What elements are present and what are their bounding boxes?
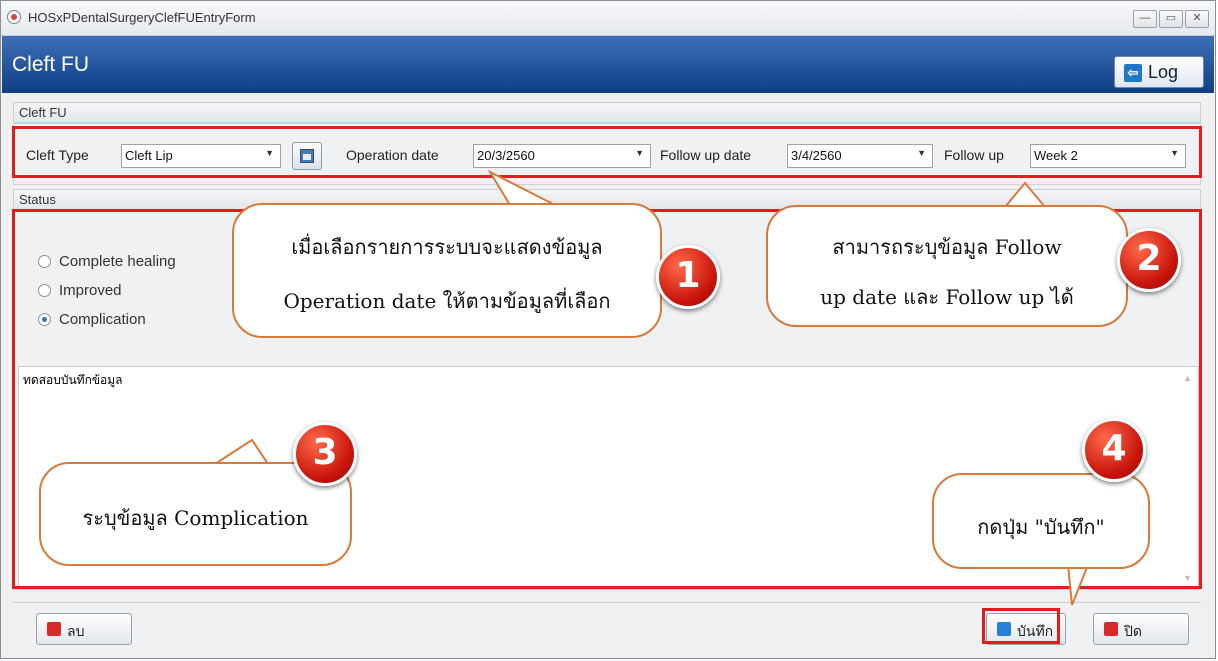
close-window-button[interactable]: ✕ [1185,10,1209,28]
app-icon [7,10,21,24]
close-button[interactable]: ปิด [1093,613,1189,645]
highlight-box-save [982,608,1060,644]
step-badge-2: 2 [1117,228,1181,292]
form-header: Cleft FU ⇦ Log [2,36,1214,93]
cleft-fu-group-header: Cleft FU [13,102,1201,123]
callout-3-text: ระบุข้อมูล Complication [82,506,309,530]
maximize-button[interactable]: ▭ [1159,10,1183,28]
delete-button[interactable]: ลบ [36,613,132,645]
callout-1-line2: Operation date ให้ตามข้อมูลที่เลือก [283,289,611,313]
close-button-label: ปิด [1124,623,1142,639]
callout-4-text: กดปุ่ม "บันทึก" [977,515,1105,539]
step-badge-4: 4 [1082,418,1146,482]
callout-2-line1: สามารถระบุข้อมูล Follow [832,235,1062,259]
callout-2: สามารถระบุข้อมูล Follow up date และ Foll… [766,205,1128,327]
callout-1: เมื่อเลือกรายการระบบจะแสดงข้อมูล Operati… [232,203,662,338]
form-title: Cleft FU [12,53,90,76]
log-button-label: Log [1148,62,1179,82]
callout-1-line1: เมื่อเลือกรายการระบบจะแสดงข้อมูล [291,235,603,259]
window-title: HOSxPDentalSurgeryClefFUEntryForm [28,10,256,25]
delete-button-label: ลบ [67,623,85,639]
close-icon [1104,622,1118,636]
highlight-box-cleft-fields [12,126,1202,178]
trash-icon [47,622,61,636]
title-bar: HOSxPDentalSurgeryClefFUEntryForm — ▭ ✕ [1,1,1215,36]
log-icon: ⇦ [1124,64,1142,82]
callout-4: กดปุ่ม "บันทึก" [932,473,1150,569]
minimize-button[interactable]: — [1133,10,1157,28]
log-button[interactable]: ⇦ Log [1114,56,1204,88]
step-badge-3: 3 [293,422,357,486]
step-badge-1: 1 [656,245,720,309]
callout-2-line2: up date และ Follow up ได้ [820,285,1074,309]
